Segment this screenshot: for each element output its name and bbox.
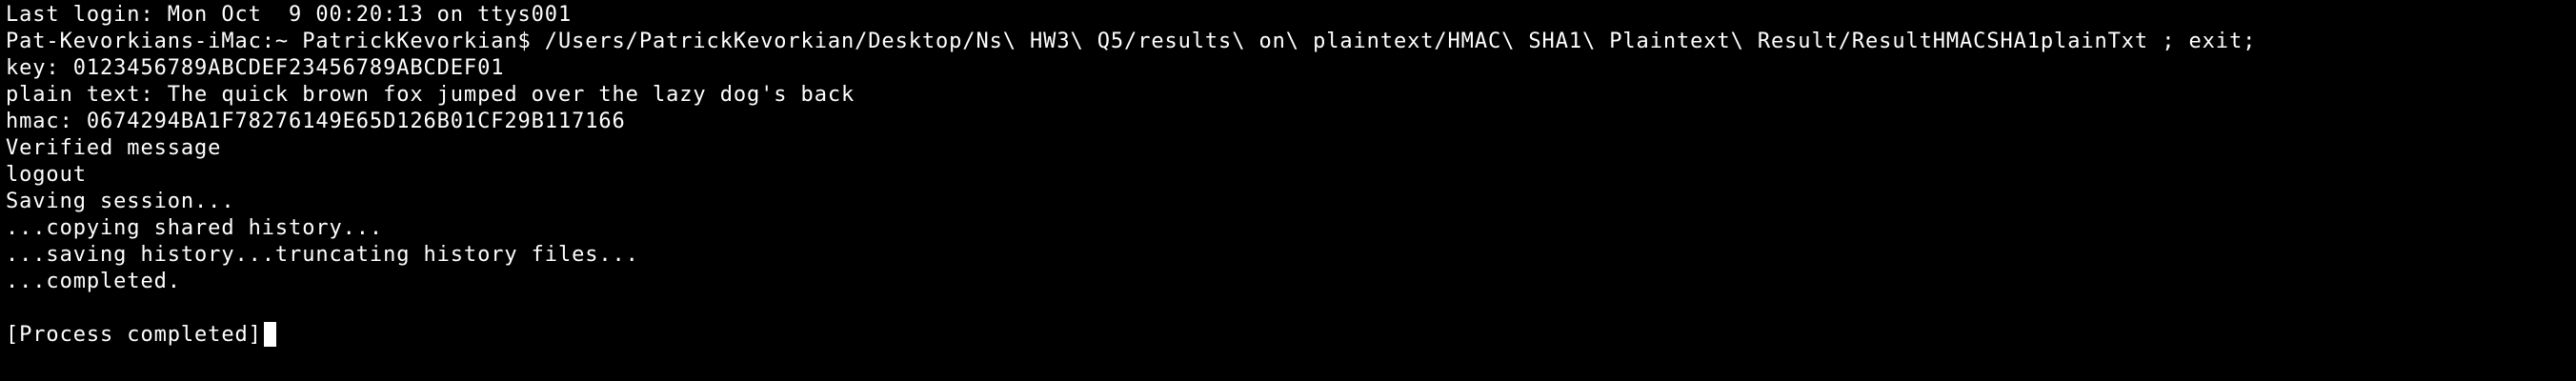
- terminal-line-copying-history: ...copying shared history...: [6, 216, 384, 240]
- terminal-line-last-login: Last login: Mon Oct 9 00:20:13 on ttys00…: [6, 3, 573, 27]
- text-cursor: [263, 322, 276, 347]
- terminal-line-saving-history: ...saving history...truncating history f…: [6, 243, 639, 267]
- terminal-line-plain-text: plain text: The quick brown fox jumped o…: [6, 83, 855, 107]
- terminal-line-hmac: hmac: 0674294BA1F78276149E65D126B01CF29B…: [6, 110, 626, 133]
- terminal-line-logout: logout: [6, 163, 87, 187]
- process-completed-text: [Process completed]: [6, 323, 262, 347]
- terminal-line-command: Pat-Kevorkians-iMac:~ PatrickKevorkian$ …: [6, 30, 2257, 53]
- terminal-line-verified: Verified message: [6, 136, 222, 160]
- terminal-window[interactable]: Last login: Mon Oct 9 00:20:13 on ttys00…: [0, 0, 2576, 381]
- terminal-line-process-completed: [Process completed]: [6, 322, 2576, 349]
- terminal-line-key: key: 0123456789ABCDEF23456789ABCDEF01: [6, 56, 505, 80]
- terminal-line-completed: ...completed.: [6, 270, 181, 293]
- terminal-line-saving-session: Saving session...: [6, 190, 235, 213]
